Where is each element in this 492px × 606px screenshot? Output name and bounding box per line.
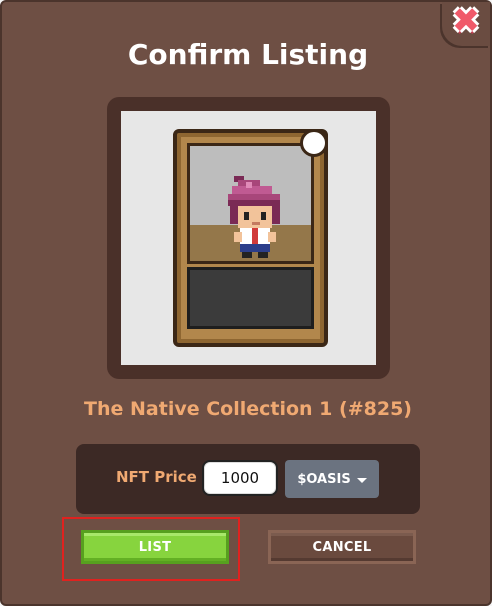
currency-value: $OASIS	[297, 471, 351, 487]
chevron-down-icon	[356, 477, 367, 483]
pixel-character-icon	[228, 176, 280, 258]
nft-card-image	[173, 129, 328, 347]
list-button[interactable]: LIST	[81, 530, 229, 564]
nft-artwork	[187, 143, 314, 264]
price-label: NFT Price	[116, 468, 197, 486]
nft-name: The Native Collection 1 (#825)	[84, 398, 412, 420]
nft-preview-frame	[107, 97, 390, 379]
price-input[interactable]	[202, 460, 278, 496]
cancel-button[interactable]: CANCEL	[268, 530, 416, 564]
close-x-icon: ✖	[451, 1, 481, 41]
nft-preview-background	[121, 111, 376, 365]
price-panel: NFT Price $OASIS	[76, 444, 420, 514]
nft-card-text-panel	[187, 267, 314, 329]
rarity-gem-icon	[300, 129, 328, 157]
confirm-listing-dialog: ✖ Confirm Listing The Native Collection …	[0, 0, 492, 606]
currency-dropdown[interactable]: $OASIS	[285, 460, 379, 498]
dialog-title: Confirm Listing	[127, 38, 369, 71]
